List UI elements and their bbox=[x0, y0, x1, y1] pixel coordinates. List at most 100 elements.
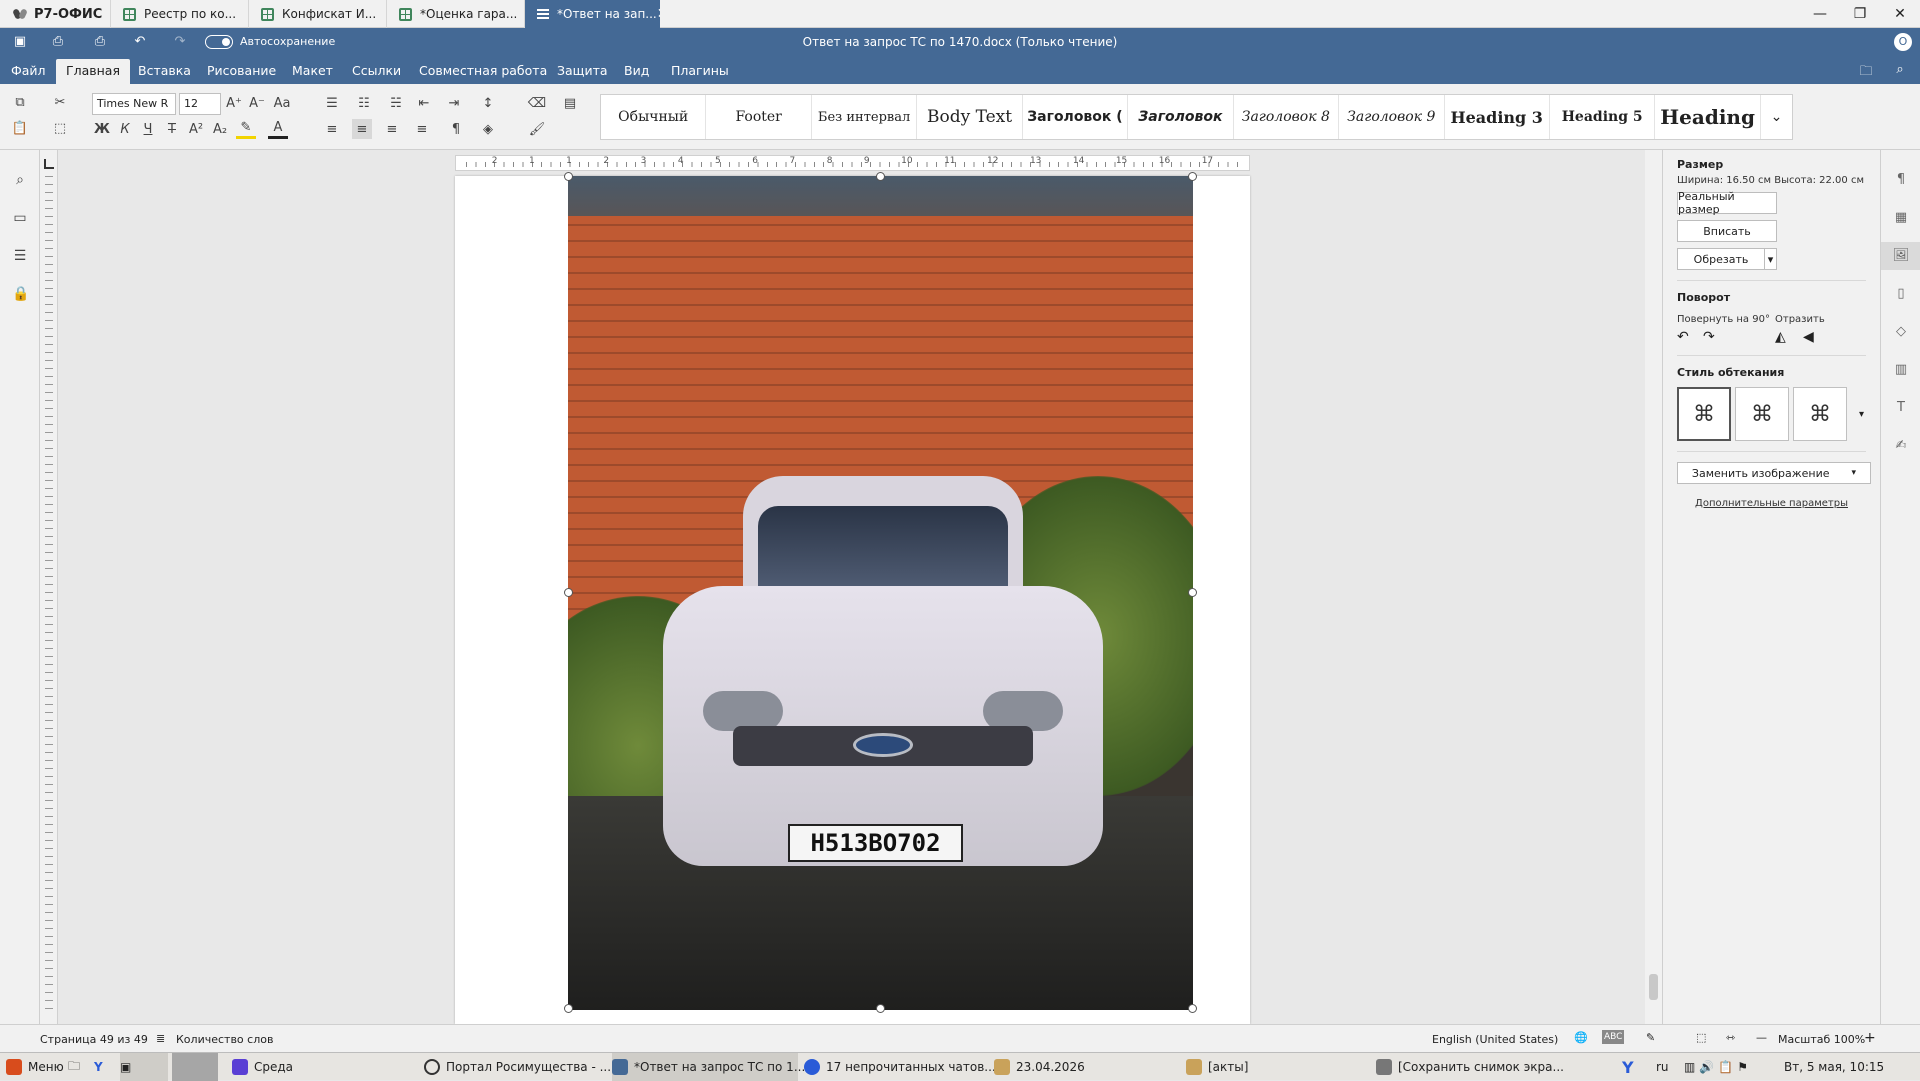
advanced-settings-link[interactable]: Дополнительные параметры bbox=[1677, 498, 1866, 509]
zoom-out-icon[interactable]: — bbox=[1756, 1031, 1767, 1044]
subscript-icon[interactable]: A₂ bbox=[210, 119, 230, 139]
word-count[interactable]: Количество слов bbox=[176, 1033, 273, 1046]
style-heading-1[interactable]: Заголовок ( bbox=[1023, 95, 1129, 139]
menu-view[interactable]: Вид bbox=[624, 63, 649, 78]
language-select[interactable]: English (United States) bbox=[1432, 1033, 1558, 1046]
wrap-inline-icon[interactable]: ⌘ bbox=[1677, 387, 1731, 441]
tab-stop-icon[interactable] bbox=[44, 159, 54, 169]
menu-protection[interactable]: Защита bbox=[557, 63, 608, 78]
font-size-select[interactable]: 12 bbox=[179, 93, 221, 115]
font-color-icon[interactable]: A bbox=[268, 119, 288, 139]
signature-icon[interactable]: ✍ bbox=[1893, 438, 1909, 454]
style-heading-5[interactable]: Heading 5 bbox=[1550, 95, 1656, 139]
font-family-select[interactable]: Times New R bbox=[92, 93, 176, 115]
navigation-icon[interactable]: ☰ bbox=[12, 248, 28, 264]
resize-handle-br[interactable] bbox=[1188, 1004, 1197, 1013]
doc-tab-3[interactable]: *Оценка гара... bbox=[386, 0, 524, 28]
minimize-icon[interactable]: — bbox=[1800, 0, 1840, 28]
doc-tab-2[interactable]: Конфискат И... bbox=[248, 0, 386, 28]
workspace-switcher[interactable] bbox=[172, 1053, 218, 1081]
yandex-browser-icon[interactable]: Y bbox=[94, 1053, 114, 1081]
track-changes-icon[interactable]: ✎ bbox=[1646, 1031, 1655, 1044]
files-icon[interactable]: 🗀 bbox=[68, 1053, 88, 1081]
style-heading[interactable]: Heading bbox=[1655, 95, 1761, 139]
style-no-spacing[interactable]: Без интервал bbox=[812, 95, 918, 139]
menu-insert[interactable]: Вставка bbox=[138, 63, 191, 78]
resize-handle-bl[interactable] bbox=[564, 1004, 573, 1013]
clear-style-icon[interactable]: ⌫ bbox=[527, 93, 547, 113]
search-icon[interactable]: ⌕ bbox=[1892, 62, 1908, 78]
style-footer[interactable]: Footer bbox=[706, 95, 812, 139]
taskbar-item-chats[interactable]: 17 непрочитанных чатов... bbox=[804, 1053, 996, 1081]
zoom-level[interactable]: Масштаб 100% bbox=[1778, 1033, 1865, 1046]
wrap-more-icon[interactable]: ▾ bbox=[1859, 409, 1864, 420]
find-icon[interactable]: ⌕ bbox=[12, 172, 28, 188]
taskbar-item-folder-acts[interactable]: [акты] bbox=[1186, 1053, 1248, 1081]
menu-references[interactable]: Ссылки bbox=[352, 63, 401, 78]
keyboard-layout[interactable]: ru bbox=[1656, 1053, 1669, 1081]
superscript-icon[interactable]: A² bbox=[186, 119, 206, 139]
resize-handle-tl[interactable] bbox=[564, 172, 573, 181]
color-scheme-icon[interactable]: ▤ bbox=[560, 93, 580, 113]
cut-icon[interactable]: ✂ bbox=[50, 92, 70, 112]
doc-tab-4[interactable]: *Ответ на зап...✕ bbox=[524, 0, 660, 28]
paragraph-settings-icon[interactable]: ¶ bbox=[1893, 172, 1909, 188]
menu-file[interactable]: Файл bbox=[11, 63, 46, 78]
select-all-icon[interactable]: ⬚ bbox=[50, 118, 70, 138]
fit-width-icon[interactable]: ⇿ bbox=[1726, 1031, 1735, 1044]
tray-icons[interactable]: ▥🔊📋⚑ bbox=[1684, 1053, 1774, 1081]
copy-icon[interactable]: ⧉ bbox=[10, 92, 30, 112]
multilevel-icon[interactable]: ☵ bbox=[386, 93, 406, 113]
justify-icon[interactable]: ≡ bbox=[412, 119, 432, 139]
menu-layout[interactable]: Макет bbox=[292, 63, 333, 78]
bold-icon[interactable]: Ж bbox=[92, 119, 112, 139]
style-heading-2[interactable]: Заголовок bbox=[1128, 95, 1234, 139]
wrap-square-icon[interactable]: ⌘ bbox=[1735, 387, 1789, 441]
crop-dropdown-icon[interactable]: ▾ bbox=[1765, 248, 1777, 270]
decrease-indent-icon[interactable]: ⇤ bbox=[414, 93, 434, 113]
start-menu[interactable]: Меню bbox=[6, 1053, 64, 1081]
menu-home[interactable]: Главная bbox=[56, 59, 130, 84]
flip-horizontal-icon[interactable]: ◭ bbox=[1775, 329, 1803, 345]
bullets-icon[interactable]: ☰ bbox=[322, 93, 342, 113]
resize-handle-tc[interactable] bbox=[876, 172, 885, 181]
crop-button[interactable]: Обрезать bbox=[1677, 248, 1765, 270]
car-photo[interactable]: Н513ВО702 bbox=[568, 176, 1193, 1010]
comments-icon[interactable]: ▭ bbox=[12, 210, 28, 226]
taskbar-item-portal[interactable]: Портал Росимущества - ... bbox=[424, 1053, 611, 1081]
style-heading-8[interactable]: Заголовок 8 bbox=[1234, 95, 1340, 139]
shape-settings-icon[interactable]: ◇ bbox=[1893, 324, 1909, 340]
nonprinting-icon[interactable]: ¶ bbox=[446, 119, 466, 139]
menu-collaboration[interactable]: Совместная работа bbox=[419, 63, 547, 78]
zoom-in-icon[interactable]: + bbox=[1864, 1030, 1876, 1046]
image-settings-icon[interactable]: 🖼 bbox=[1881, 242, 1920, 270]
desktop-icon[interactable]: ▣ bbox=[120, 1053, 168, 1081]
lock-icon[interactable]: 🔒 bbox=[12, 286, 29, 302]
header-footer-icon[interactable]: ▯ bbox=[1893, 286, 1909, 302]
fit-page-icon[interactable]: ⬚ bbox=[1696, 1031, 1706, 1044]
user-avatar[interactable]: О bbox=[1894, 33, 1912, 51]
fit-button[interactable]: Вписать bbox=[1677, 220, 1777, 242]
resize-handle-bc[interactable] bbox=[876, 1004, 885, 1013]
language-icon[interactable]: 🌐 bbox=[1574, 1031, 1588, 1044]
taskbar-item-folder-date[interactable]: 23.04.2026 bbox=[994, 1053, 1085, 1081]
taskbar-item-sreda[interactable]: Среда bbox=[232, 1053, 293, 1081]
spellcheck-icon[interactable]: ABC bbox=[1602, 1030, 1625, 1044]
style-heading-9[interactable]: Заголовок 9 bbox=[1339, 95, 1445, 139]
app-logo[interactable]: Р7-ОФИС bbox=[0, 0, 110, 28]
numbering-icon[interactable]: ☷ bbox=[354, 93, 374, 113]
increase-indent-icon[interactable]: ⇥ bbox=[444, 93, 464, 113]
strikethrough-icon[interactable]: T bbox=[162, 119, 182, 139]
close-tab-icon[interactable]: ✕ bbox=[657, 6, 660, 22]
vertical-scrollbar[interactable] bbox=[1645, 150, 1662, 1024]
style-heading-3[interactable]: Heading 3 bbox=[1445, 95, 1550, 139]
replace-image-button[interactable]: Заменить изображение ▾ bbox=[1677, 462, 1871, 484]
align-center-icon[interactable]: ≡ bbox=[352, 119, 372, 139]
resize-handle-tr[interactable] bbox=[1188, 172, 1197, 181]
table-settings-icon[interactable]: ▦ bbox=[1893, 210, 1909, 226]
scrollbar-thumb[interactable] bbox=[1649, 974, 1658, 1000]
underline-icon[interactable]: Ч bbox=[138, 119, 158, 139]
taskbar-item-screenshot[interactable]: [Сохранить снимок экра... bbox=[1376, 1053, 1564, 1081]
shading-icon[interactable]: ◈ bbox=[478, 119, 498, 139]
close-window-icon[interactable]: ✕ bbox=[1880, 0, 1920, 28]
